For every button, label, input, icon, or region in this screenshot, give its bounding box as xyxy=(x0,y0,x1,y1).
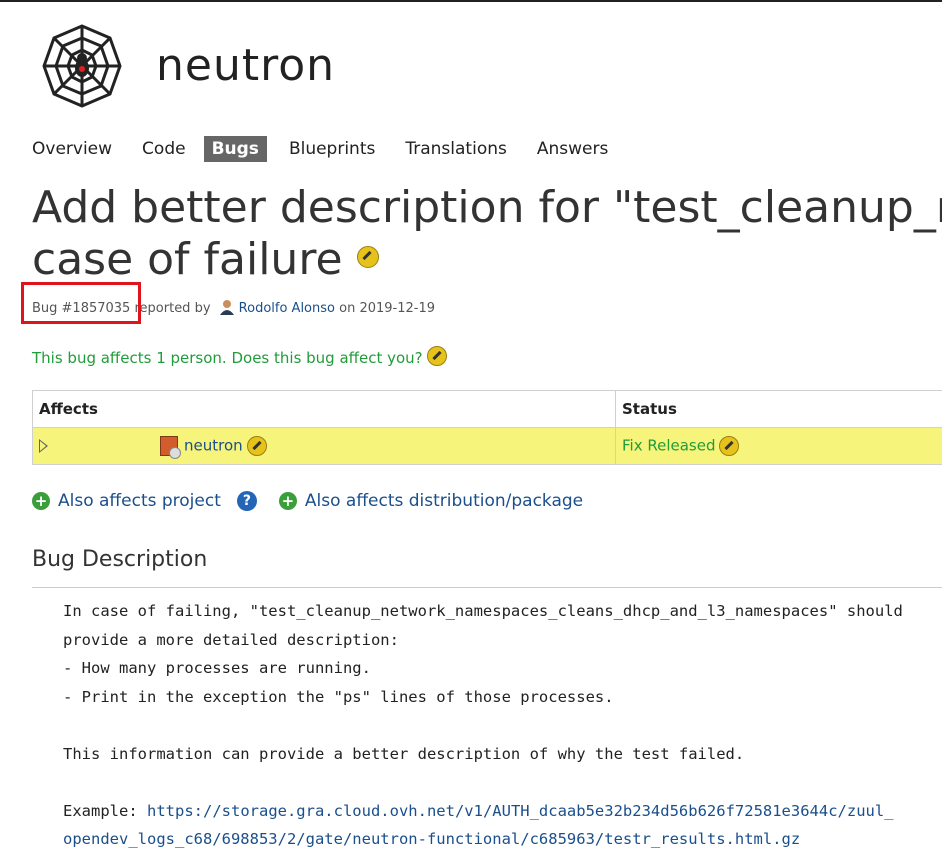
project-logo xyxy=(40,22,124,110)
status-cell: Fix Released xyxy=(615,427,942,465)
description-blank-line xyxy=(63,711,903,740)
tab-bugs[interactable]: Bugs xyxy=(203,136,267,162)
bug-title: Add better description for "test_cleanup… xyxy=(32,182,942,286)
description-blank-line xyxy=(63,768,903,797)
edit-target-icon[interactable] xyxy=(246,436,267,456)
affects-me-too: This bug affects 1 person. Does this bug… xyxy=(32,346,447,367)
tab-overview[interactable]: Overview xyxy=(32,139,112,159)
status-value[interactable]: Fix Released xyxy=(622,437,715,455)
example-line: opendev_logs_c68/698853/2/gate/neutron-f… xyxy=(63,825,903,854)
annotation-highlight-box xyxy=(21,282,141,324)
also-affects-project-link[interactable]: Also affects project xyxy=(58,491,221,511)
tab-blueprints[interactable]: Blueprints xyxy=(289,139,375,159)
edit-title-icon[interactable] xyxy=(356,246,379,268)
project-name: neutron xyxy=(156,40,336,91)
also-affects-bar: + Also affects project ? + Also affects … xyxy=(32,491,583,511)
affects-table: Affects Status neutron Fix Released xyxy=(32,390,942,465)
also-affects-distribution-link[interactable]: Also affects distribution/package xyxy=(305,491,583,511)
affects-header: Affects xyxy=(32,390,616,428)
person-icon xyxy=(219,299,235,315)
test-results-link-continued[interactable]: opendev_logs_c68/698853/2/gate/neutron-f… xyxy=(63,830,800,848)
bug-description-body: In case of failing, "test_cleanup_networ… xyxy=(63,597,903,854)
project-icon xyxy=(160,436,181,459)
affects-count-text: This bug affects 1 person. Does this bug… xyxy=(32,349,423,367)
section-divider xyxy=(32,587,942,588)
example-label: Example: xyxy=(63,801,147,820)
description-line: This information can provide a better de… xyxy=(63,744,745,763)
bug-title-line1: Add better description for "test_cleanup… xyxy=(32,182,942,233)
on-label: on xyxy=(339,301,356,316)
plus-icon: + xyxy=(278,492,297,510)
reported-date: 2019-12-19 xyxy=(359,301,436,316)
status-header: Status xyxy=(615,390,942,428)
project-nav: Overview Code Bugs Blueprints Translatio… xyxy=(32,136,638,162)
description-line: In case of failing, "test_cleanup_networ… xyxy=(63,602,903,620)
tab-code[interactable]: Code xyxy=(142,139,186,159)
help-icon[interactable]: ? xyxy=(236,491,257,511)
affects-cell: neutron xyxy=(32,427,616,465)
test-results-link[interactable]: https://storage.gra.cloud.ovh.net/v1/AUT… xyxy=(147,802,894,820)
tab-answers[interactable]: Answers xyxy=(537,139,608,159)
edit-affects-icon[interactable] xyxy=(426,346,447,366)
reported-by-label: reported by xyxy=(134,301,211,316)
description-line: - Print in the exception the "ps" lines … xyxy=(63,687,614,706)
example-line: Example: https://storage.gra.cloud.ovh.n… xyxy=(63,797,903,826)
plus-icon: + xyxy=(32,492,50,510)
description-line: - How many processes are running. xyxy=(63,659,371,677)
bug-title-line2: case of failure xyxy=(32,234,343,285)
tab-translations[interactable]: Translations xyxy=(405,139,507,159)
top-border xyxy=(0,0,942,2)
reporter-link[interactable]: Rodolfo Alonso xyxy=(239,301,335,316)
affected-project-link[interactable]: neutron xyxy=(184,437,243,455)
table-row: neutron Fix Released xyxy=(32,427,942,465)
description-line: provide a more detailed description: xyxy=(63,630,399,649)
bug-description-heading: Bug Description xyxy=(32,547,208,572)
expand-row-icon[interactable] xyxy=(39,439,48,453)
edit-status-icon[interactable] xyxy=(719,436,740,456)
